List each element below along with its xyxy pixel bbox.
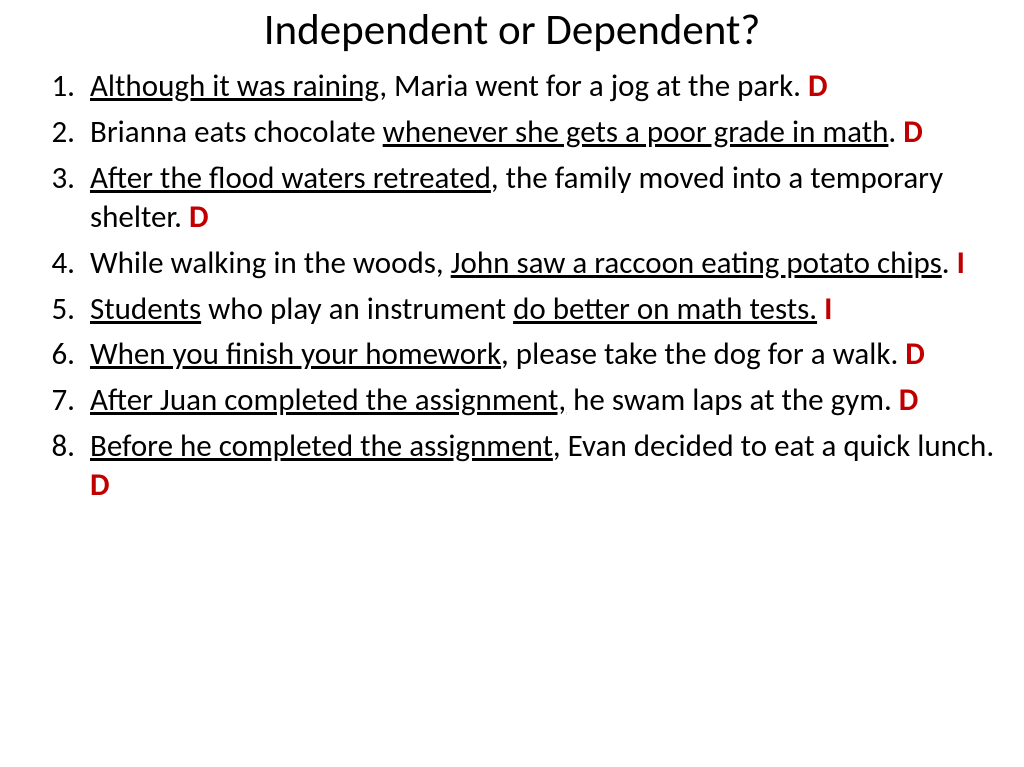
- list-item: When you finish your homework, please ta…: [82, 335, 1012, 375]
- list-item: While walking in the woods, John saw a r…: [82, 244, 1012, 284]
- underlined-text: John saw a raccoon eating potato chips: [451, 244, 942, 282]
- list-item: Before he completed the assignment, Evan…: [82, 427, 1012, 506]
- answer: I: [824, 290, 832, 328]
- list-item: Students who play an instrument do bette…: [82, 290, 1012, 330]
- answer: D: [808, 67, 828, 105]
- plain-text: .: [942, 244, 957, 282]
- answer: D: [903, 113, 923, 151]
- underlined-text: Before he completed the assignment: [90, 427, 553, 465]
- plain-text: , please take the dog for a walk.: [501, 335, 905, 373]
- answer: D: [90, 466, 110, 504]
- underlined-text: After Juan completed the assignment,: [90, 381, 566, 419]
- underlined-text: After the flood waters retreated: [90, 159, 491, 197]
- answer: D: [189, 198, 209, 236]
- answer: D: [899, 381, 919, 419]
- list-item: After Juan completed the assignment, he …: [82, 381, 1012, 421]
- plain-text: who play an instrument: [201, 290, 513, 328]
- answer: I: [957, 244, 965, 282]
- underlined-text: whenever she gets a poor grade in math: [383, 113, 889, 151]
- underlined-text: When you finish your homework: [90, 335, 501, 373]
- list-item: Although it was raining, Maria went for …: [82, 67, 1012, 107]
- plain-text: Brianna eats chocolate: [90, 113, 383, 151]
- list-item: After the flood waters retreated, the fa…: [82, 159, 1012, 238]
- plain-text: , Evan decided to eat a quick lunch.: [553, 427, 994, 465]
- list-item: Brianna eats chocolate whenever she gets…: [82, 113, 1012, 153]
- plain-text: While walking in the woods,: [90, 244, 451, 282]
- slide: Independent or Dependent? Although it wa…: [0, 0, 1024, 767]
- page-title: Independent or Dependent?: [12, 6, 1012, 53]
- plain-text: .: [888, 113, 903, 151]
- question-list: Although it was raining, Maria went for …: [12, 67, 1012, 506]
- plain-text: , Maria went for a jog at the park.: [379, 67, 808, 105]
- underlined-text: do better on math tests.: [513, 290, 817, 328]
- plain-text: he swam laps at the gym.: [566, 381, 899, 419]
- underlined-text: Students: [90, 290, 201, 328]
- underlined-text: Although it was raining: [90, 67, 379, 105]
- answer: D: [905, 335, 925, 373]
